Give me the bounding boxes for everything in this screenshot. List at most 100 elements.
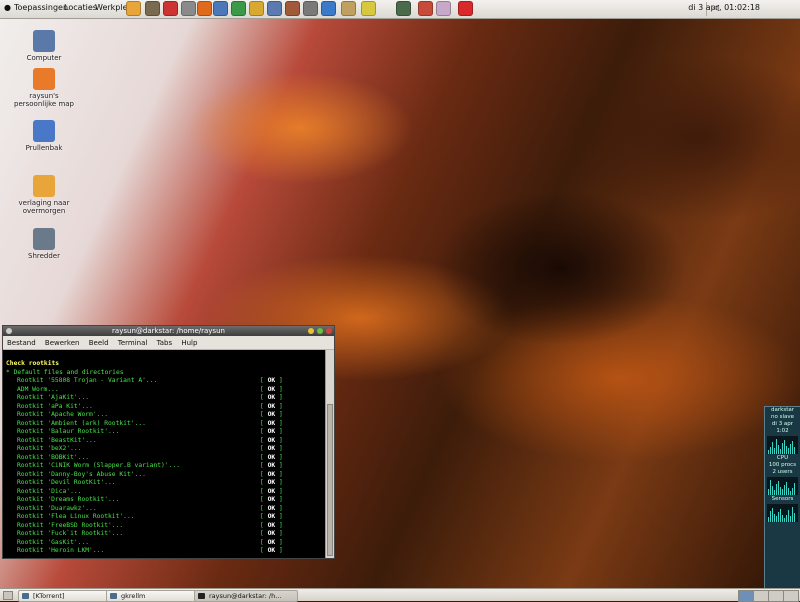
rootkit-check-name: Rootkit 'BeastKit'...: [17, 436, 97, 444]
terminal-scrollbar[interactable]: [325, 350, 334, 558]
workspace-3[interactable]: [768, 590, 784, 602]
output-line: Rootkit 'Heroin LKM'... [ OK ]: [6, 547, 328, 556]
output-line: Rootkit 'Flea Linux Rootkit'... [ OK ]: [6, 513, 328, 522]
menu-view[interactable]: Beeld: [89, 339, 109, 347]
gk-graph-bar: [774, 490, 775, 495]
task-label: gkrellm: [121, 592, 146, 600]
menu-edit[interactable]: Bewerken: [45, 339, 80, 347]
ok-label: OK: [267, 394, 276, 401]
terminal-titlebar[interactable]: raysun@darkstar: /home/raysun: [3, 326, 334, 336]
desktop-computer-icon[interactable]: Computer: [9, 30, 79, 62]
output-line: Rootkit 'Dica'... [ OK ]: [6, 488, 328, 497]
workspace-2[interactable]: [753, 590, 769, 602]
folder-icon[interactable]: [126, 1, 141, 16]
output-line: Rootkit 'Fuck`it Rootkit'... [ OK ]: [6, 530, 328, 539]
gk-hostname: darkstar: [771, 407, 794, 413]
show-desktop-icon[interactable]: [3, 591, 13, 600]
check-status: [ OK ]: [260, 385, 283, 393]
gk-graph-bar: [786, 515, 787, 522]
gimp-icon[interactable]: [145, 1, 160, 16]
task-ktorrent[interactable]: [KTorrent]: [18, 590, 118, 602]
shredder-icon: [33, 228, 55, 250]
workspace-1[interactable]: [738, 590, 754, 602]
clock-icon[interactable]: [163, 1, 178, 16]
ok-label: OK: [267, 436, 276, 444]
gkrellm-icon: [110, 593, 117, 599]
gk-cpu-label: CPU: [776, 455, 789, 461]
rootkit-check-name: Rootkit '55808 Trojan - Variant A'...: [17, 377, 158, 384]
check-status: [ OK ]: [260, 521, 283, 529]
rootkit-check-name: Rootkit 'Ambient (ark) Rootkit'...: [17, 419, 146, 427]
gk-date: di 3 apr: [771, 421, 794, 427]
output-line: Rootkit 'BOBKit'... [ OK ]: [6, 454, 328, 463]
output-line: ADM Worm... [ OK ]: [6, 386, 328, 395]
gk-graph-bar: [790, 444, 791, 454]
gk-graph-1: [767, 436, 798, 454]
gk-graph-bar: [782, 443, 783, 454]
keyboard-icon[interactable]: [267, 1, 282, 16]
firefox-icon[interactable]: [197, 1, 212, 16]
gk-graph-bar: [780, 509, 781, 522]
check-status: [ OK ]: [260, 445, 283, 452]
gkrellm-monitor[interactable]: darkstar no slave di 3 apr 1:02 CPU 100 …: [764, 406, 800, 590]
gk-graph-bar: [774, 448, 775, 454]
check-status: [ OK ]: [260, 428, 283, 435]
rootkit-check-name: Rootkit 'Danny-Boy's Abuse Kit'...: [17, 470, 146, 478]
gk-graph-bar: [788, 488, 789, 495]
draw-icon[interactable]: [321, 1, 336, 16]
menu-help[interactable]: Hulp: [181, 339, 197, 347]
menu-applications[interactable]: Toepassingen: [14, 3, 68, 12]
check-status: [ OK ]: [260, 377, 283, 384]
ktorrent-icon: [22, 593, 29, 599]
clock[interactable]: di 3 apr, 01:02:18: [688, 3, 760, 12]
check-status: [ OK ]: [260, 496, 283, 503]
desktop-shredder-icon[interactable]: Shredder: [9, 228, 79, 260]
desktop-icon-label: Shredder: [28, 252, 60, 260]
disc-icon[interactable]: [436, 1, 451, 16]
gk-graph-bar: [782, 515, 783, 522]
workspace-4[interactable]: [783, 590, 799, 602]
minimize-button[interactable]: [308, 328, 314, 334]
ok-label: OK: [267, 513, 276, 520]
chart-icon[interactable]: [231, 1, 246, 16]
scanner-icon[interactable]: [303, 1, 318, 16]
desktop-shortcut-folder-icon[interactable]: verlaging naar overmorgen: [9, 175, 79, 215]
network-icon[interactable]: [181, 1, 196, 16]
gk-graph-bar: [778, 481, 779, 495]
close-button[interactable]: [326, 328, 332, 334]
rootkit-check-name: Rootkit 'Dreams Rootkit'...: [17, 496, 120, 503]
maximize-button[interactable]: [317, 328, 323, 334]
desktop-icon-label: raysun's persoonlijke map: [14, 92, 74, 108]
terminal-window[interactable]: raysun@darkstar: /home/raysun Bestand Be…: [2, 325, 335, 559]
mail-icon[interactable]: [213, 1, 228, 16]
menu-file[interactable]: Bestand: [7, 339, 36, 347]
check-status: [ OK ]: [260, 504, 283, 512]
terminal-output[interactable]: Check rootkits * Default files and direc…: [3, 350, 328, 558]
text-icon[interactable]: [418, 1, 433, 16]
tools-icon[interactable]: [285, 1, 300, 16]
ok-label: OK: [267, 445, 276, 452]
menu-places[interactable]: Locaties: [64, 3, 97, 12]
monitor-icon[interactable]: [396, 1, 411, 16]
menu-tabs[interactable]: Tabs: [157, 339, 173, 347]
desktop-home-folder-icon[interactable]: raysun's persoonlijke map: [9, 68, 79, 108]
rootkit-check-name: Rootkit 'Duarawkz'...: [17, 504, 97, 512]
rootkit-check-name: Rootkit 'FreeBSD Rootkit'...: [17, 521, 124, 529]
output-line: Rootkit 'AjaKit'... [ OK ]: [6, 394, 328, 403]
output-line: Rootkit 'Devil RootKit'... [ OK ]: [6, 479, 328, 488]
antivirus-icon[interactable]: [458, 1, 473, 16]
task-gkrellm[interactable]: gkrellm: [106, 590, 206, 602]
menu-terminal[interactable]: Terminal: [118, 339, 148, 347]
scrollbar-thumb[interactable]: [327, 404, 333, 556]
terminal-menubar: Bestand Bewerken Beeld Terminal Tabs Hul…: [3, 336, 334, 350]
desktop-trash-icon[interactable]: Prullenbak: [9, 120, 79, 152]
person-icon[interactable]: [249, 1, 264, 16]
bottom-panel: [KTorrent] gkrellm raysun@darkstar: /h..…: [0, 588, 800, 602]
output-line: Rootkit 'beX2'... [ OK ]: [6, 445, 328, 454]
dictionary-icon[interactable]: [341, 1, 356, 16]
gk-graph-bar: [774, 514, 775, 522]
notes-icon[interactable]: [361, 1, 376, 16]
window-menu-icon[interactable]: [6, 328, 12, 334]
task-terminal[interactable]: raysun@darkstar: /h...: [194, 590, 298, 602]
output-line: Rootkit 'Danny-Boy's Abuse Kit'... [ OK ]: [6, 471, 328, 480]
